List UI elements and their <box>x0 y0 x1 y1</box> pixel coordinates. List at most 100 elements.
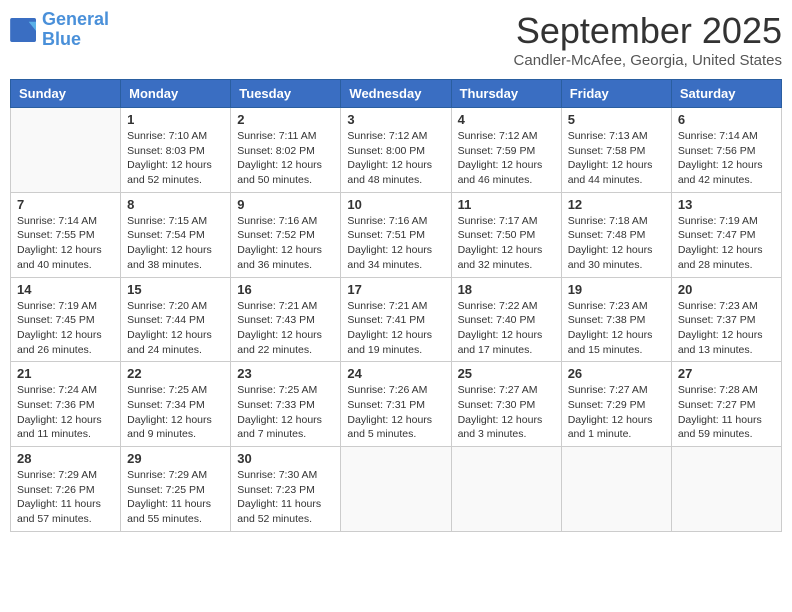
day-info: Sunrise: 7:19 AMSunset: 7:45 PMDaylight:… <box>17 299 114 358</box>
day-number: 4 <box>458 112 555 127</box>
day-number: 22 <box>127 366 224 381</box>
day-number: 20 <box>678 282 775 297</box>
day-info: Sunrise: 7:22 AMSunset: 7:40 PMDaylight:… <box>458 299 555 358</box>
weekday-header-thursday: Thursday <box>451 80 561 108</box>
weekday-header-row: SundayMondayTuesdayWednesdayThursdayFrid… <box>11 80 782 108</box>
calendar-cell: 5 Sunrise: 7:13 AMSunset: 7:58 PMDaylight… <box>561 108 671 193</box>
calendar-cell: 4Sunrise: 7:12 AMSunset: 7:59 PMDaylight… <box>451 108 561 193</box>
day-info: Sunrise: 7:14 AMSunset: 7:56 PMDaylight:… <box>678 129 775 188</box>
day-number: 9 <box>237 197 334 212</box>
page-header: General Blue September 2025 Candler-McAf… <box>10 10 782 69</box>
day-info: Sunrise: 7:23 AMSunset: 7:37 PMDaylight:… <box>678 299 775 358</box>
calendar-cell <box>561 447 671 532</box>
calendar-week-3: 14 Sunrise: 7:19 AMSunset: 7:45 PMDayligh… <box>11 277 782 362</box>
day-info: Sunrise: 7:14 AMSunset: 7:55 PMDaylight:… <box>17 214 114 273</box>
day-number: 26 <box>568 366 665 381</box>
weekday-header-wednesday: Wednesday <box>341 80 451 108</box>
calendar-cell: 25 Sunrise: 7:27 AMSunset: 7:30 PMDayligh… <box>451 362 561 447</box>
calendar-cell: 14 Sunrise: 7:19 AMSunset: 7:45 PMDayligh… <box>11 277 121 362</box>
day-info: Sunrise: 7:27 AMSunset: 7:30 PMDaylight:… <box>458 383 555 442</box>
logo-text: General Blue <box>42 10 109 50</box>
day-info: Sunrise: 7:15 AMSunset: 7:54 PMDaylight:… <box>127 214 224 273</box>
day-number: 23 <box>237 366 334 381</box>
day-number: 12 <box>568 197 665 212</box>
day-number: 17 <box>347 282 444 297</box>
day-info: Sunrise: 7:29 AMSunset: 7:25 PMDaylight:… <box>127 468 224 527</box>
calendar-cell <box>341 447 451 532</box>
calendar-cell: 8Sunrise: 7:15 AMSunset: 7:54 PMDaylight… <box>121 192 231 277</box>
day-info: Sunrise: 7:16 AMSunset: 7:51 PMDaylight:… <box>347 214 444 273</box>
day-info: Sunrise: 7:19 AMSunset: 7:47 PMDaylight:… <box>678 214 775 273</box>
weekday-header-friday: Friday <box>561 80 671 108</box>
day-info: Sunrise: 7:29 AMSunset: 7:26 PMDaylight:… <box>17 468 114 527</box>
logo-line2: Blue <box>42 29 81 49</box>
day-number: 10 <box>347 197 444 212</box>
calendar-cell: 18 Sunrise: 7:22 AMSunset: 7:40 PMDayligh… <box>451 277 561 362</box>
day-number: 13 <box>678 197 775 212</box>
calendar-week-5: 28Sunrise: 7:29 AMSunset: 7:26 PMDayligh… <box>11 447 782 532</box>
day-info: Sunrise: 7:16 AMSunset: 7:52 PMDaylight:… <box>237 214 334 273</box>
day-info: Sunrise: 7:27 AMSunset: 7:29 PMDaylight:… <box>568 383 665 442</box>
calendar-cell: 19 Sunrise: 7:23 AMSunset: 7:38 PMDayligh… <box>561 277 671 362</box>
day-info: Sunrise: 7:25 AMSunset: 7:34 PMDaylight:… <box>127 383 224 442</box>
calendar-cell: 13 Sunrise: 7:19 AMSunset: 7:47 PMDayligh… <box>671 192 781 277</box>
day-number: 29 <box>127 451 224 466</box>
calendar-week-2: 7 Sunrise: 7:14 AMSunset: 7:55 PMDaylight… <box>11 192 782 277</box>
day-info: Sunrise: 7:30 AMSunset: 7:23 PMDaylight:… <box>237 468 334 527</box>
calendar-cell <box>671 447 781 532</box>
calendar-cell: 11 Sunrise: 7:17 AMSunset: 7:50 PMDayligh… <box>451 192 561 277</box>
day-info: Sunrise: 7:13 AMSunset: 7:58 PMDaylight:… <box>568 129 665 188</box>
day-number: 6 <box>678 112 775 127</box>
day-info: Sunrise: 7:21 AMSunset: 7:43 PMDaylight:… <box>237 299 334 358</box>
calendar-cell: 1Sunrise: 7:10 AMSunset: 8:03 PMDaylight… <box>121 108 231 193</box>
month-title: September 2025 <box>514 10 782 52</box>
day-number: 27 <box>678 366 775 381</box>
calendar-cell: 30 Sunrise: 7:30 AMSunset: 7:23 PMDayligh… <box>231 447 341 532</box>
logo-line1: General <box>42 9 109 29</box>
calendar-cell: 7 Sunrise: 7:14 AMSunset: 7:55 PMDaylight… <box>11 192 121 277</box>
day-info: Sunrise: 7:12 AMSunset: 8:00 PMDaylight:… <box>347 129 444 188</box>
day-number: 3 <box>347 112 444 127</box>
calendar-cell: 15Sunrise: 7:20 AMSunset: 7:44 PMDayligh… <box>121 277 231 362</box>
day-info: Sunrise: 7:17 AMSunset: 7:50 PMDaylight:… <box>458 214 555 273</box>
weekday-header-saturday: Saturday <box>671 80 781 108</box>
calendar-cell: 22 Sunrise: 7:25 AMSunset: 7:34 PMDayligh… <box>121 362 231 447</box>
day-info: Sunrise: 7:23 AMSunset: 7:38 PMDaylight:… <box>568 299 665 358</box>
calendar-cell: 28Sunrise: 7:29 AMSunset: 7:26 PMDayligh… <box>11 447 121 532</box>
calendar-cell: 12 Sunrise: 7:18 AMSunset: 7:48 PMDayligh… <box>561 192 671 277</box>
day-info: Sunrise: 7:24 AMSunset: 7:36 PMDaylight:… <box>17 383 114 442</box>
day-number: 11 <box>458 197 555 212</box>
day-info: Sunrise: 7:26 AMSunset: 7:31 PMDaylight:… <box>347 383 444 442</box>
calendar-cell: 17 Sunrise: 7:21 AMSunset: 7:41 PMDayligh… <box>341 277 451 362</box>
day-number: 25 <box>458 366 555 381</box>
day-info: Sunrise: 7:18 AMSunset: 7:48 PMDaylight:… <box>568 214 665 273</box>
day-info: Sunrise: 7:21 AMSunset: 7:41 PMDaylight:… <box>347 299 444 358</box>
day-number: 7 <box>17 197 114 212</box>
calendar-cell: 9 Sunrise: 7:16 AMSunset: 7:52 PMDaylight… <box>231 192 341 277</box>
day-number: 18 <box>458 282 555 297</box>
location: Candler-McAfee, Georgia, United States <box>514 52 782 69</box>
day-number: 14 <box>17 282 114 297</box>
calendar-cell <box>11 108 121 193</box>
day-number: 30 <box>237 451 334 466</box>
logo: General Blue <box>10 10 109 50</box>
day-info: Sunrise: 7:11 AMSunset: 8:02 PMDaylight:… <box>237 129 334 188</box>
calendar-cell <box>451 447 561 532</box>
calendar-week-1: 1Sunrise: 7:10 AMSunset: 8:03 PMDaylight… <box>11 108 782 193</box>
logo-icon <box>10 18 38 42</box>
calendar-cell: 16 Sunrise: 7:21 AMSunset: 7:43 PMDayligh… <box>231 277 341 362</box>
day-number: 5 <box>568 112 665 127</box>
calendar-cell: 6 Sunrise: 7:14 AMSunset: 7:56 PMDaylight… <box>671 108 781 193</box>
day-number: 2 <box>237 112 334 127</box>
day-number: 19 <box>568 282 665 297</box>
day-number: 1 <box>127 112 224 127</box>
weekday-header-sunday: Sunday <box>11 80 121 108</box>
day-info: Sunrise: 7:28 AMSunset: 7:27 PMDaylight:… <box>678 383 775 442</box>
calendar-cell: 10 Sunrise: 7:16 AMSunset: 7:51 PMDayligh… <box>341 192 451 277</box>
calendar-cell: 21Sunrise: 7:24 AMSunset: 7:36 PMDayligh… <box>11 362 121 447</box>
title-block: September 2025 Candler-McAfee, Georgia, … <box>514 10 782 69</box>
calendar-cell: 23Sunrise: 7:25 AMSunset: 7:33 PMDayligh… <box>231 362 341 447</box>
calendar-week-4: 21Sunrise: 7:24 AMSunset: 7:36 PMDayligh… <box>11 362 782 447</box>
calendar-cell: 29 Sunrise: 7:29 AMSunset: 7:25 PMDayligh… <box>121 447 231 532</box>
day-number: 16 <box>237 282 334 297</box>
